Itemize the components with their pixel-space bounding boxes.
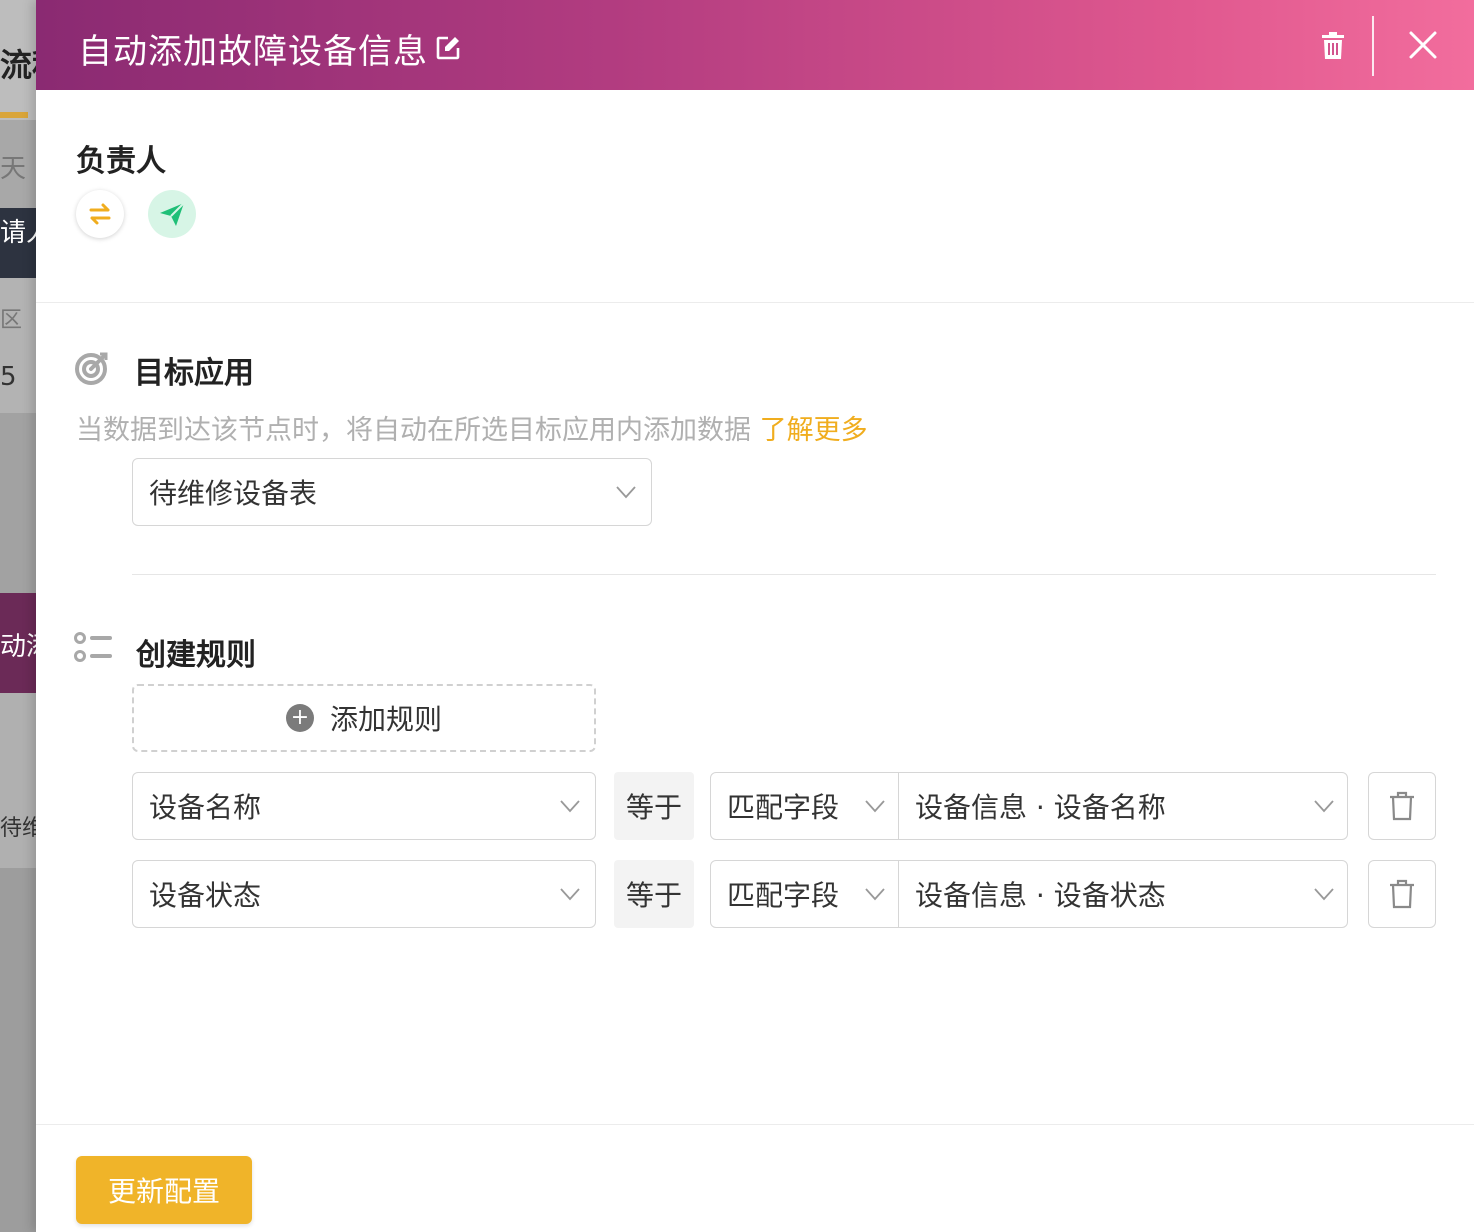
background-tab-indicator <box>0 112 28 118</box>
section-divider <box>36 302 1474 303</box>
drawer-title: 自动添加故障设备信息 <box>78 32 428 72</box>
background-text: 天 <box>0 154 27 184</box>
trash-icon[interactable] <box>1320 32 1346 60</box>
swap-owner-button[interactable] <box>76 190 124 238</box>
trash-icon <box>1390 879 1414 909</box>
background-page: 流程 天 请人 区 5 动添 待维 <box>0 0 36 1232</box>
swap-icon <box>89 203 111 225</box>
rule-mode-value: 匹配字段 <box>727 879 840 912</box>
background-text: 流程 <box>0 46 36 84</box>
rule-operator: 等于 <box>614 772 694 840</box>
rule-mode-select[interactable]: 匹配字段 <box>711 861 899 927</box>
chevron-down-icon <box>1314 888 1334 901</box>
rule-value-combo: 匹配字段 设备信息 · 设备名称 <box>710 772 1348 840</box>
rule-field-select[interactable]: 设备名称 <box>132 772 596 840</box>
delete-rule-button[interactable] <box>1368 860 1436 928</box>
rule-source-value: 设备信息 · 设备名称 <box>915 791 1166 824</box>
trash-icon <box>1390 791 1414 821</box>
learn-more-link[interactable]: 了解更多 <box>760 415 868 446</box>
background-block <box>0 278 36 413</box>
paper-plane-icon <box>160 202 185 226</box>
chevron-down-icon <box>560 888 580 901</box>
background-text: 区 <box>0 308 23 333</box>
chevron-down-icon <box>616 486 636 499</box>
create-rules-label: 创建规则 <box>136 638 256 673</box>
list-icon <box>74 632 112 662</box>
node-config-drawer: 自动添加故障设备信息 负责人 目标应用 当数据到达该节点时，将自动在所选目标应用… <box>36 0 1474 1232</box>
add-rule-button[interactable]: + 添加规则 <box>132 684 596 752</box>
rule-field-select[interactable]: 设备状态 <box>132 860 596 928</box>
add-rule-label: 添加规则 <box>329 703 442 736</box>
rule-operator: 等于 <box>614 860 694 928</box>
plus-icon: + <box>285 704 314 732</box>
rule-source-select[interactable]: 设备信息 · 设备状态 <box>899 861 1347 927</box>
footer-divider <box>36 1124 1474 1125</box>
background-text: 待维 <box>0 816 36 841</box>
drawer-header: 自动添加故障设备信息 <box>36 0 1474 90</box>
target-app-value: 待维修设备表 <box>149 477 318 510</box>
rule-mode-value: 匹配字段 <box>727 791 840 824</box>
rule-field-value: 设备名称 <box>149 791 262 824</box>
target-app-label: 目标应用 <box>134 356 254 391</box>
rule-mode-select[interactable]: 匹配字段 <box>711 773 899 839</box>
background-block <box>0 868 36 1232</box>
target-description: 当数据到达该节点时，将自动在所选目标应用内添加数据 了解更多 <box>76 408 868 447</box>
target-app-select[interactable]: 待维修设备表 <box>132 458 652 526</box>
target-icon <box>75 352 108 385</box>
background-text: 动添 <box>0 632 36 662</box>
chevron-down-icon <box>865 888 885 901</box>
background-text: 请人 <box>0 218 36 248</box>
rule-field-value: 设备状态 <box>149 879 262 912</box>
header-divider <box>1372 16 1374 76</box>
update-config-button[interactable]: 更新配置 <box>76 1156 252 1224</box>
rule-source-value: 设备信息 · 设备状态 <box>915 879 1166 912</box>
close-icon[interactable] <box>1408 30 1438 60</box>
background-text: 5 <box>0 362 17 392</box>
edit-icon[interactable] <box>434 34 462 62</box>
send-button[interactable] <box>148 190 196 238</box>
delete-rule-button[interactable] <box>1368 772 1436 840</box>
rule-source-select[interactable]: 设备信息 · 设备名称 <box>899 773 1347 839</box>
owner-label: 负责人 <box>76 144 166 179</box>
section-divider <box>132 574 1436 575</box>
background-block <box>0 413 36 593</box>
target-description-text: 当数据到达该节点时，将自动在所选目标应用内添加数据 <box>76 415 760 446</box>
chevron-down-icon <box>865 800 885 813</box>
rule-value-combo: 匹配字段 设备信息 · 设备状态 <box>710 860 1348 928</box>
chevron-down-icon <box>1314 800 1334 813</box>
chevron-down-icon <box>560 800 580 813</box>
